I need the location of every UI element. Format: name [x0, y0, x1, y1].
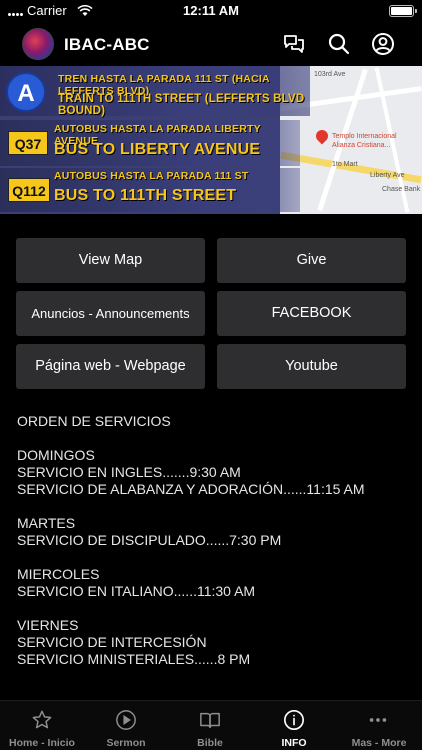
more-dots-icon	[369, 718, 387, 722]
bus2-text-es: AUTOBUS HASTA LA PARADA 111 ST	[54, 170, 249, 182]
app-title: IBAC-ABC	[64, 35, 150, 54]
map-street-label: 103rd Ave	[314, 71, 346, 78]
search-icon[interactable]	[327, 32, 351, 56]
map-place-label: Templo Internacional Alianza Cristiana..…	[332, 133, 397, 149]
services-heading: ORDEN DE SERVICIOS	[17, 413, 171, 429]
bus1-text-en: BUS TO LIBERTY AVENUE	[54, 141, 261, 158]
map-bank-label: Chase Bank	[382, 186, 421, 193]
give-button[interactable]: Give	[217, 238, 406, 283]
star-icon	[32, 710, 52, 729]
train-row: A TREN HASTA LA PARADA 111 ST (HACIA LEF…	[0, 66, 310, 117]
tab-label: INFO	[281, 737, 307, 749]
tab-bar: Home - Inicio Sermon Bible INFO Mas - Mo…	[0, 700, 422, 750]
map-street-label: Liberty Ave	[370, 172, 405, 179]
open-book-icon	[200, 712, 220, 729]
announcements-button[interactable]: Anuncios - Announcements	[16, 291, 205, 336]
user-profile-icon[interactable]	[371, 32, 395, 56]
battery-icon	[389, 5, 417, 17]
train-text-en: TRAIN TO 111TH STREET (LEFFERTS BLVD BOU…	[58, 93, 305, 117]
service-line: SERVICIO MINISTERIALES......8 PM	[17, 651, 251, 667]
service-line: SERVICIO EN INGLES.......9:30 AM	[17, 464, 241, 480]
day-heading: DOMINGOS	[17, 447, 95, 463]
tab-more[interactable]: Mas - More	[336, 701, 422, 750]
tab-label: Home - Inicio	[9, 737, 75, 749]
tab-home[interactable]: Home - Inicio	[0, 701, 84, 750]
info-icon	[284, 710, 304, 730]
service-line: SERVICIO DE DISCIPULADO......7:30 PM	[17, 532, 282, 548]
view-map-button[interactable]: View Map	[16, 238, 205, 283]
status-time: 12:11 AM	[183, 3, 239, 18]
app-logo	[22, 28, 54, 60]
day-heading: VIERNES	[17, 617, 79, 633]
bus-q112-row: Q112 AUTOBUS HASTA LA PARADA 111 ST BUS …	[0, 168, 300, 212]
service-line: SERVICIO DE ALABANZA Y ADORACIÓN......11…	[17, 481, 365, 497]
train-line-badge: A	[6, 72, 46, 112]
tab-label: Mas - More	[351, 737, 407, 749]
tab-label: Bible	[197, 737, 223, 749]
location-pin-icon	[313, 127, 331, 145]
map-shop-label: 1to Mart	[332, 161, 358, 168]
bus2-text-en: BUS TO 111TH STREET	[54, 187, 237, 204]
status-bar: Carrier 12:11 AM	[0, 0, 422, 22]
webpage-button[interactable]: Página web - Webpage	[16, 344, 205, 389]
service-line: SERVICIO DE INTERCESIÓN	[17, 634, 207, 650]
bus-route-badge: Q37	[8, 131, 48, 155]
facebook-button[interactable]: FACEBOOK	[217, 291, 406, 336]
app-header: IBAC-ABC	[0, 24, 422, 64]
day-heading: MIERCOLES	[17, 566, 100, 582]
youtube-button[interactable]: Youtube	[217, 344, 406, 389]
day-heading: MARTES	[17, 515, 76, 531]
tab-sermon[interactable]: Sermon	[84, 701, 168, 750]
tab-bible[interactable]: Bible	[168, 701, 252, 750]
tab-info[interactable]: INFO	[252, 701, 336, 750]
bus-q37-row: Q37 AUTOBUS HASTA LA PARADA LIBERTY AVEN…	[0, 120, 300, 166]
chat-bubbles-icon[interactable]	[282, 32, 306, 56]
play-circle-icon	[116, 710, 136, 730]
directions-banner: 103rd Ave Templo Internacional Alianza C…	[0, 66, 422, 214]
service-line: SERVICIO EN ITALIANO......11:30 AM	[17, 583, 256, 599]
tab-label: Sermon	[106, 737, 146, 749]
bus-route-badge: Q112	[8, 178, 50, 202]
